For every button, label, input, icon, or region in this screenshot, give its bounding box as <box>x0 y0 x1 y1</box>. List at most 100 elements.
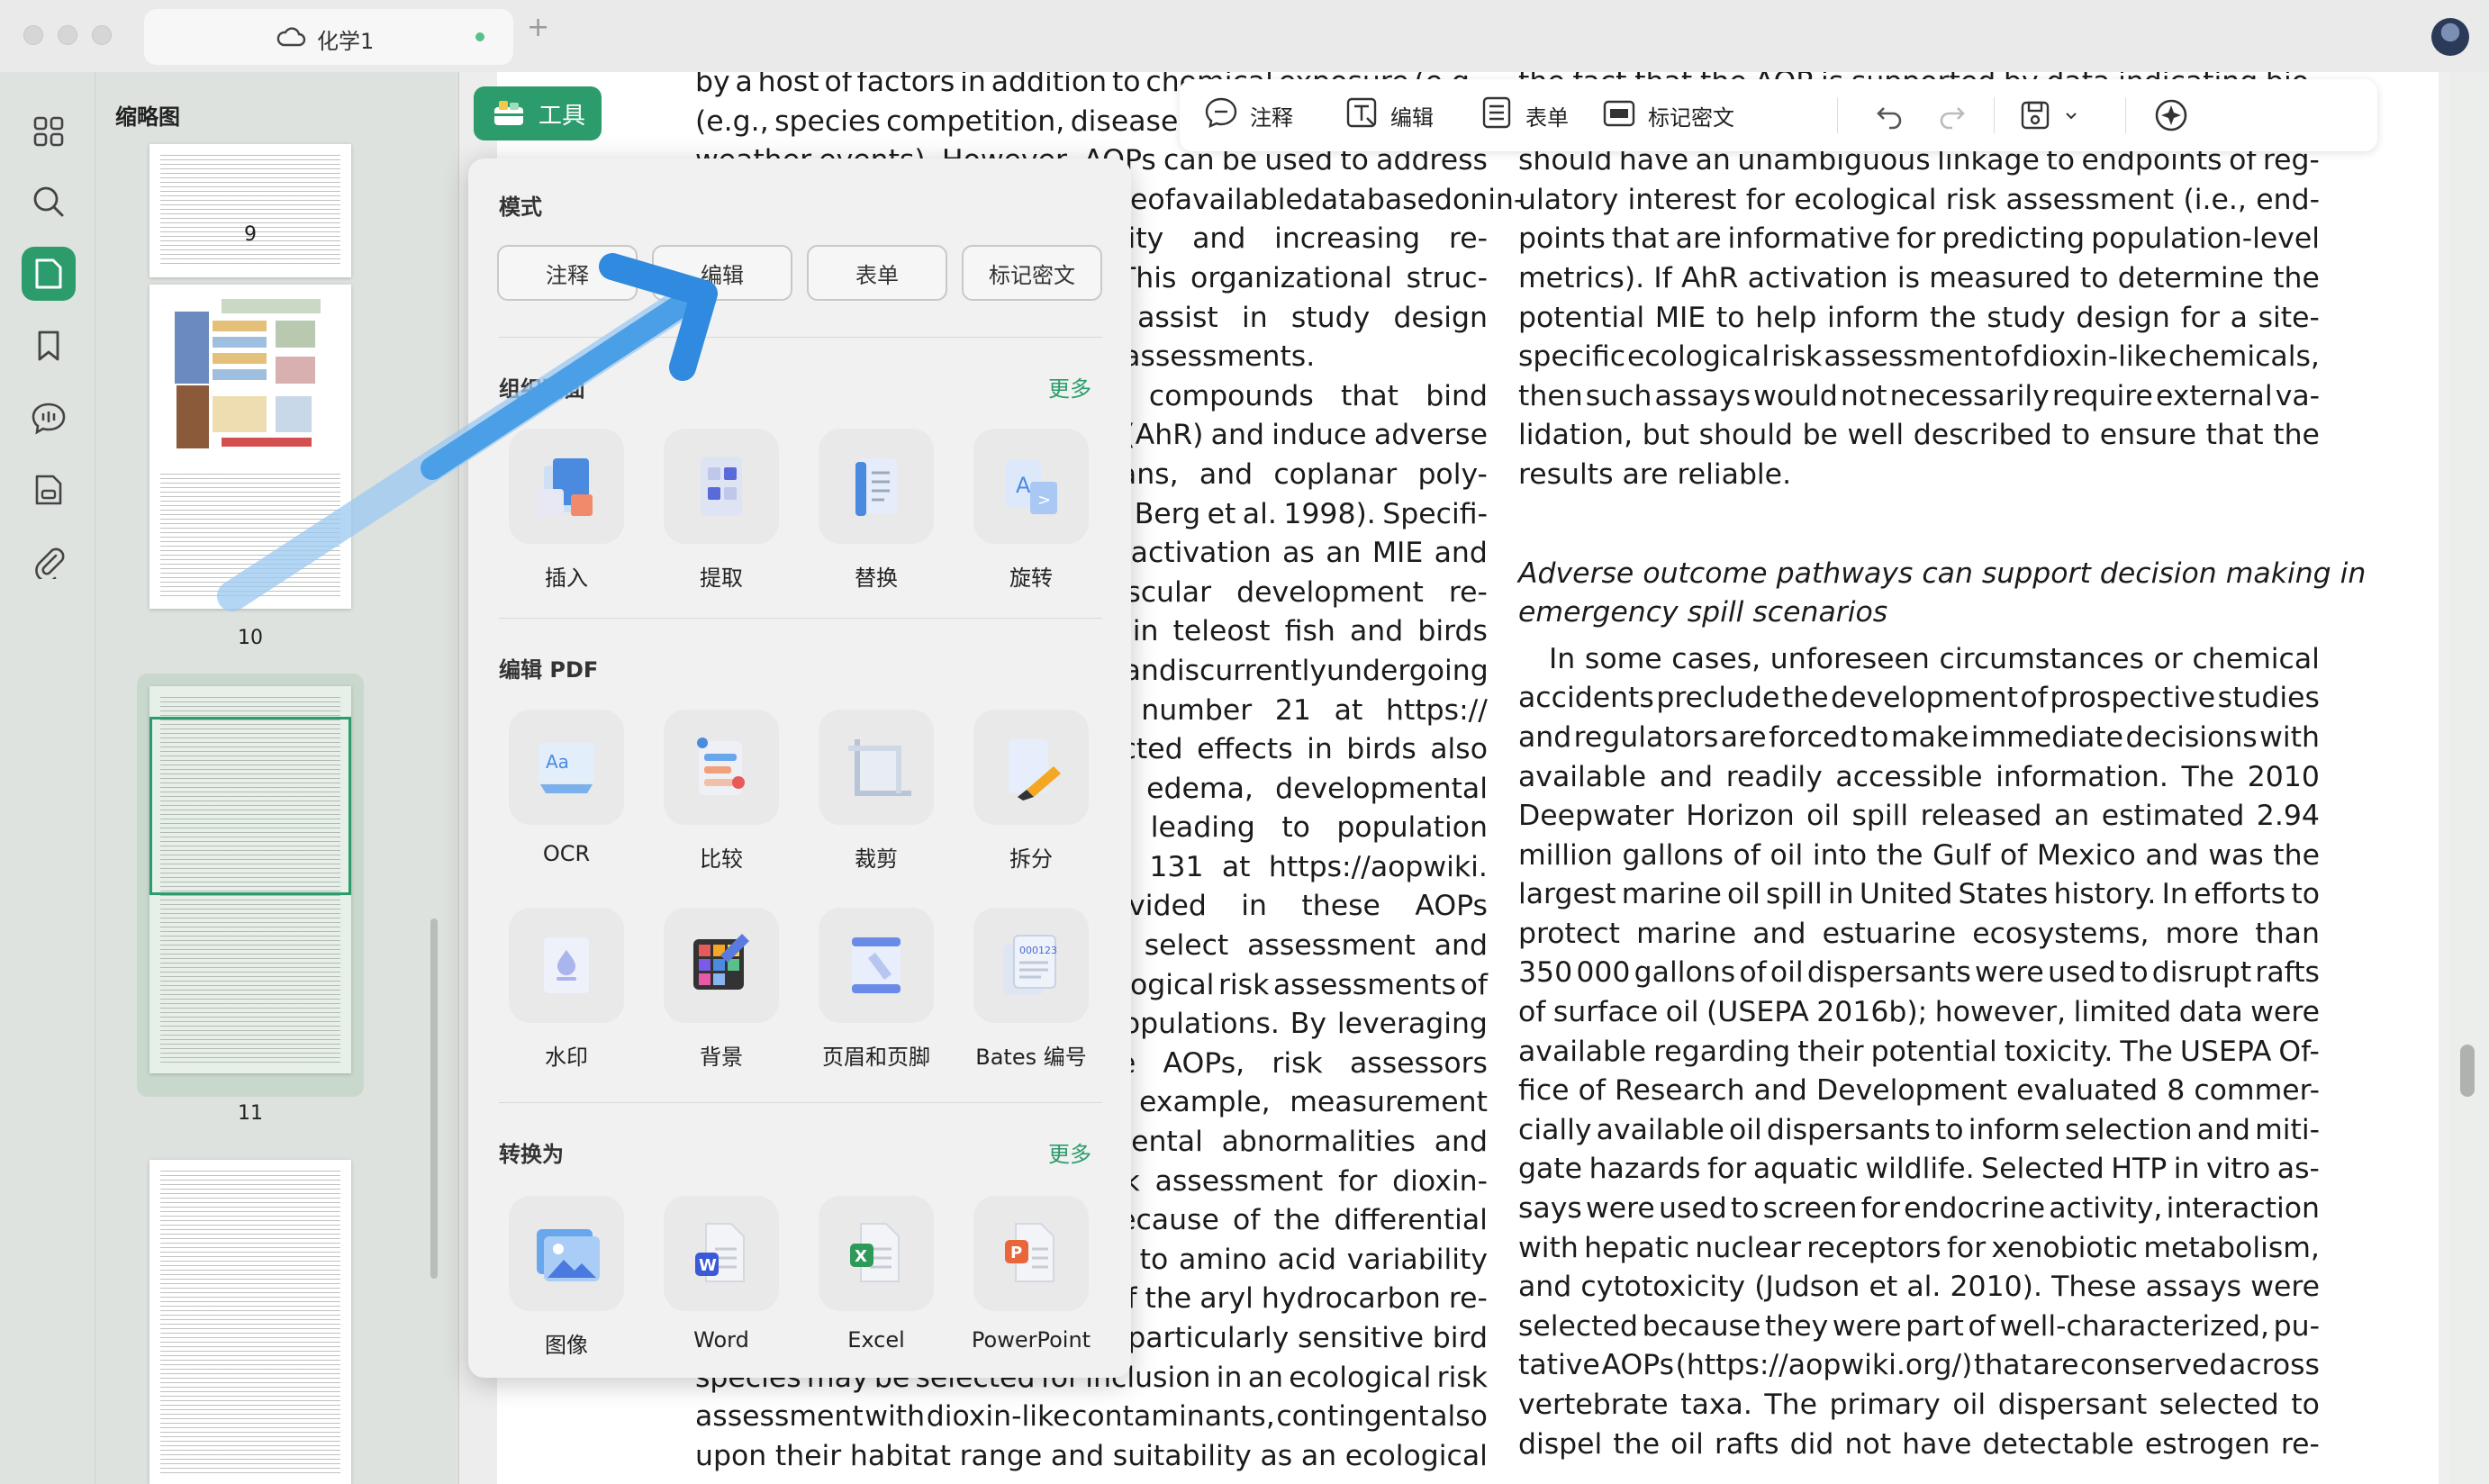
scrollbar-thumb[interactable] <box>2460 1045 2475 1097</box>
organize-more-link[interactable]: 更多 <box>1048 371 1091 403</box>
crop-tool[interactable]: 裁剪 <box>809 710 944 873</box>
text-line: and regulators are forced to make immediate dec… <box>1518 720 2320 754</box>
text-line: lidation, but should be well described to ensur… <box>1518 419 2320 452</box>
section-heading: emergency spill scenarios <box>1518 596 1888 629</box>
tool-label: 旋转 <box>1009 566 1053 591</box>
save-menu-button[interactable] <box>2017 95 2078 135</box>
ai-assistant-button[interactable] <box>2149 95 2194 135</box>
tools-button[interactable]: 工具 <box>474 86 602 140</box>
text-line: Deepwater Horizon oil spill released an estima… <box>1518 800 2320 833</box>
thumbnail-scrollbar[interactable] <box>430 918 438 1279</box>
document-tab[interactable]: 化学1 <box>144 9 513 65</box>
search-icon[interactable] <box>22 175 76 229</box>
thumbnail-page[interactable] <box>149 285 351 609</box>
convert-to-powerpoint-tool[interactable]: P PowerPoint <box>964 1196 1099 1353</box>
tool-label: 拆分 <box>1009 846 1053 872</box>
replace-pages-icon <box>855 458 897 516</box>
text-line: assessment with dioxin-like contaminants, co… <box>695 1400 1488 1434</box>
undo-button[interactable] <box>1873 95 1905 135</box>
edit-text-icon <box>1344 95 1380 136</box>
unsaved-dot-icon <box>475 32 484 41</box>
text-line: largest marine oil spill in United States histo… <box>1518 878 2320 911</box>
paperclip-icon[interactable] <box>22 535 76 589</box>
compare-tool[interactable]: 比较 <box>654 710 789 873</box>
text-line: says were used to screen for endocrine activity… <box>1518 1192 2320 1226</box>
toolbar-form-button[interactable]: 表单 <box>1479 95 1569 135</box>
text-line: results are reliable. <box>1518 457 1792 491</box>
toolbar-comment-button[interactable]: 注释 <box>1203 95 1293 135</box>
text-line: vertebrate taxa. The primary oil dispersant se… <box>1518 1389 2320 1421</box>
bookmark-icon[interactable] <box>22 319 76 373</box>
tool-label: 页眉和页脚 <box>822 1045 930 1070</box>
ocr-icon: Aa <box>539 743 594 793</box>
thumbnail-label: 9 <box>244 223 257 246</box>
svg-text:W: W <box>699 1256 717 1275</box>
text-line: of surface oil (USEPA 2016b); however, limited… <box>1518 996 2320 1029</box>
comment-icon <box>1203 95 1239 136</box>
extract-pages-icon <box>701 457 742 516</box>
save-icon <box>2021 101 2050 130</box>
redo-button[interactable] <box>1936 95 1969 135</box>
excel-icon: X <box>850 1223 900 1282</box>
visible-area-frame[interactable] <box>149 717 351 895</box>
edit-pdf-section-title: 编辑 PDF <box>499 657 599 683</box>
mode-redact-button[interactable]: 标记密文 <box>962 245 1102 301</box>
title-bar: 化学1 + <box>0 0 2489 72</box>
page-icon[interactable] <box>22 247 76 301</box>
new-tab-button[interactable]: + <box>527 14 549 41</box>
convert-to-image-tool[interactable]: 图像 <box>499 1196 634 1359</box>
comment-icon[interactable] <box>22 391 76 445</box>
tool-label: 背景 <box>700 1045 743 1070</box>
text-line: upon their habitat range and suitability as an e… <box>695 1439 1488 1472</box>
grid-icon[interactable] <box>22 104 76 158</box>
word-icon: W <box>695 1223 745 1282</box>
split-tool[interactable]: 拆分 <box>964 710 1099 873</box>
svg-text:P: P <box>1010 1244 1022 1262</box>
text-line: and cytotoxicity (Judson et al. 2010). These as… <box>1518 1271 2320 1304</box>
insert-pages-tool[interactable]: 插入 <box>499 429 634 592</box>
tool-label: 提取 <box>700 566 743 591</box>
convert-to-excel-tool[interactable]: X Excel <box>809 1196 944 1353</box>
tool-label: 裁剪 <box>855 846 898 872</box>
rotate-pages-icon: A> <box>1005 460 1057 514</box>
image-icon <box>537 1229 600 1281</box>
attachment-page-icon[interactable] <box>22 463 76 517</box>
mode-toolbar: 注释 编辑 表单 标记密文 <box>1180 79 2377 151</box>
background-tool[interactable]: 背景 <box>654 908 789 1071</box>
toolbox-icon <box>494 101 523 125</box>
text-line: specific ecological risk assessment of dioxin… <box>1518 340 2320 374</box>
avatar[interactable] <box>2431 18 2469 56</box>
close-window-button[interactable] <box>23 25 43 45</box>
convert-more-link[interactable]: 更多 <box>1048 1136 1091 1168</box>
replace-pages-tool[interactable]: 替换 <box>809 429 944 592</box>
zoom-window-button[interactable] <box>92 25 112 45</box>
convert-to-word-tool[interactable]: W Word <box>654 1196 789 1353</box>
ocr-tool[interactable]: Aa OCR <box>499 710 634 866</box>
tool-label: PowerPoint <box>971 1327 1091 1353</box>
thumbnail-page[interactable] <box>149 1160 351 1484</box>
mode-form-button[interactable]: 表单 <box>807 245 947 301</box>
extract-pages-tool[interactable]: 提取 <box>654 429 789 592</box>
rotate-pages-tool[interactable]: A > 旋转 <box>964 429 1099 592</box>
undo-icon <box>1877 107 1902 130</box>
document-scrollbar[interactable] <box>2449 72 2489 1484</box>
mode-edit-button[interactable]: 编辑 <box>652 245 792 301</box>
header-footer-tool[interactable]: 页眉和页脚 <box>809 908 944 1071</box>
text-line: points that are informative for predicting pop… <box>1518 222 2320 256</box>
text-line: available regarding their potential toxicity… <box>1518 1035 2320 1068</box>
watermark-tool[interactable]: 水印 <box>499 908 634 1071</box>
thumbnail-panel-title: 缩略图 <box>115 104 180 130</box>
insert-pages-icon <box>537 458 593 516</box>
cloud-icon <box>276 23 306 54</box>
thumbnail-page[interactable] <box>149 144 351 277</box>
text-line: selected because they were part of well-charac… <box>1518 1309 2320 1343</box>
convert-section-title: 转换为 <box>499 1142 564 1167</box>
toolbar-edit-button[interactable]: 编辑 <box>1344 95 1434 135</box>
toolbar-redact-button[interactable]: 标记密文 <box>1601 95 1734 135</box>
minimize-window-button[interactable] <box>58 25 77 45</box>
bates-number-tool[interactable]: 000123 Bates 编号 <box>964 908 1099 1071</box>
mode-annotate-button[interactable]: 注释 <box>497 245 638 301</box>
tool-label: 比较 <box>700 846 743 872</box>
text-line: ulatory interest for ecological risk assessme… <box>1518 183 2320 216</box>
bates-number-icon: 000123 <box>1003 935 1057 995</box>
